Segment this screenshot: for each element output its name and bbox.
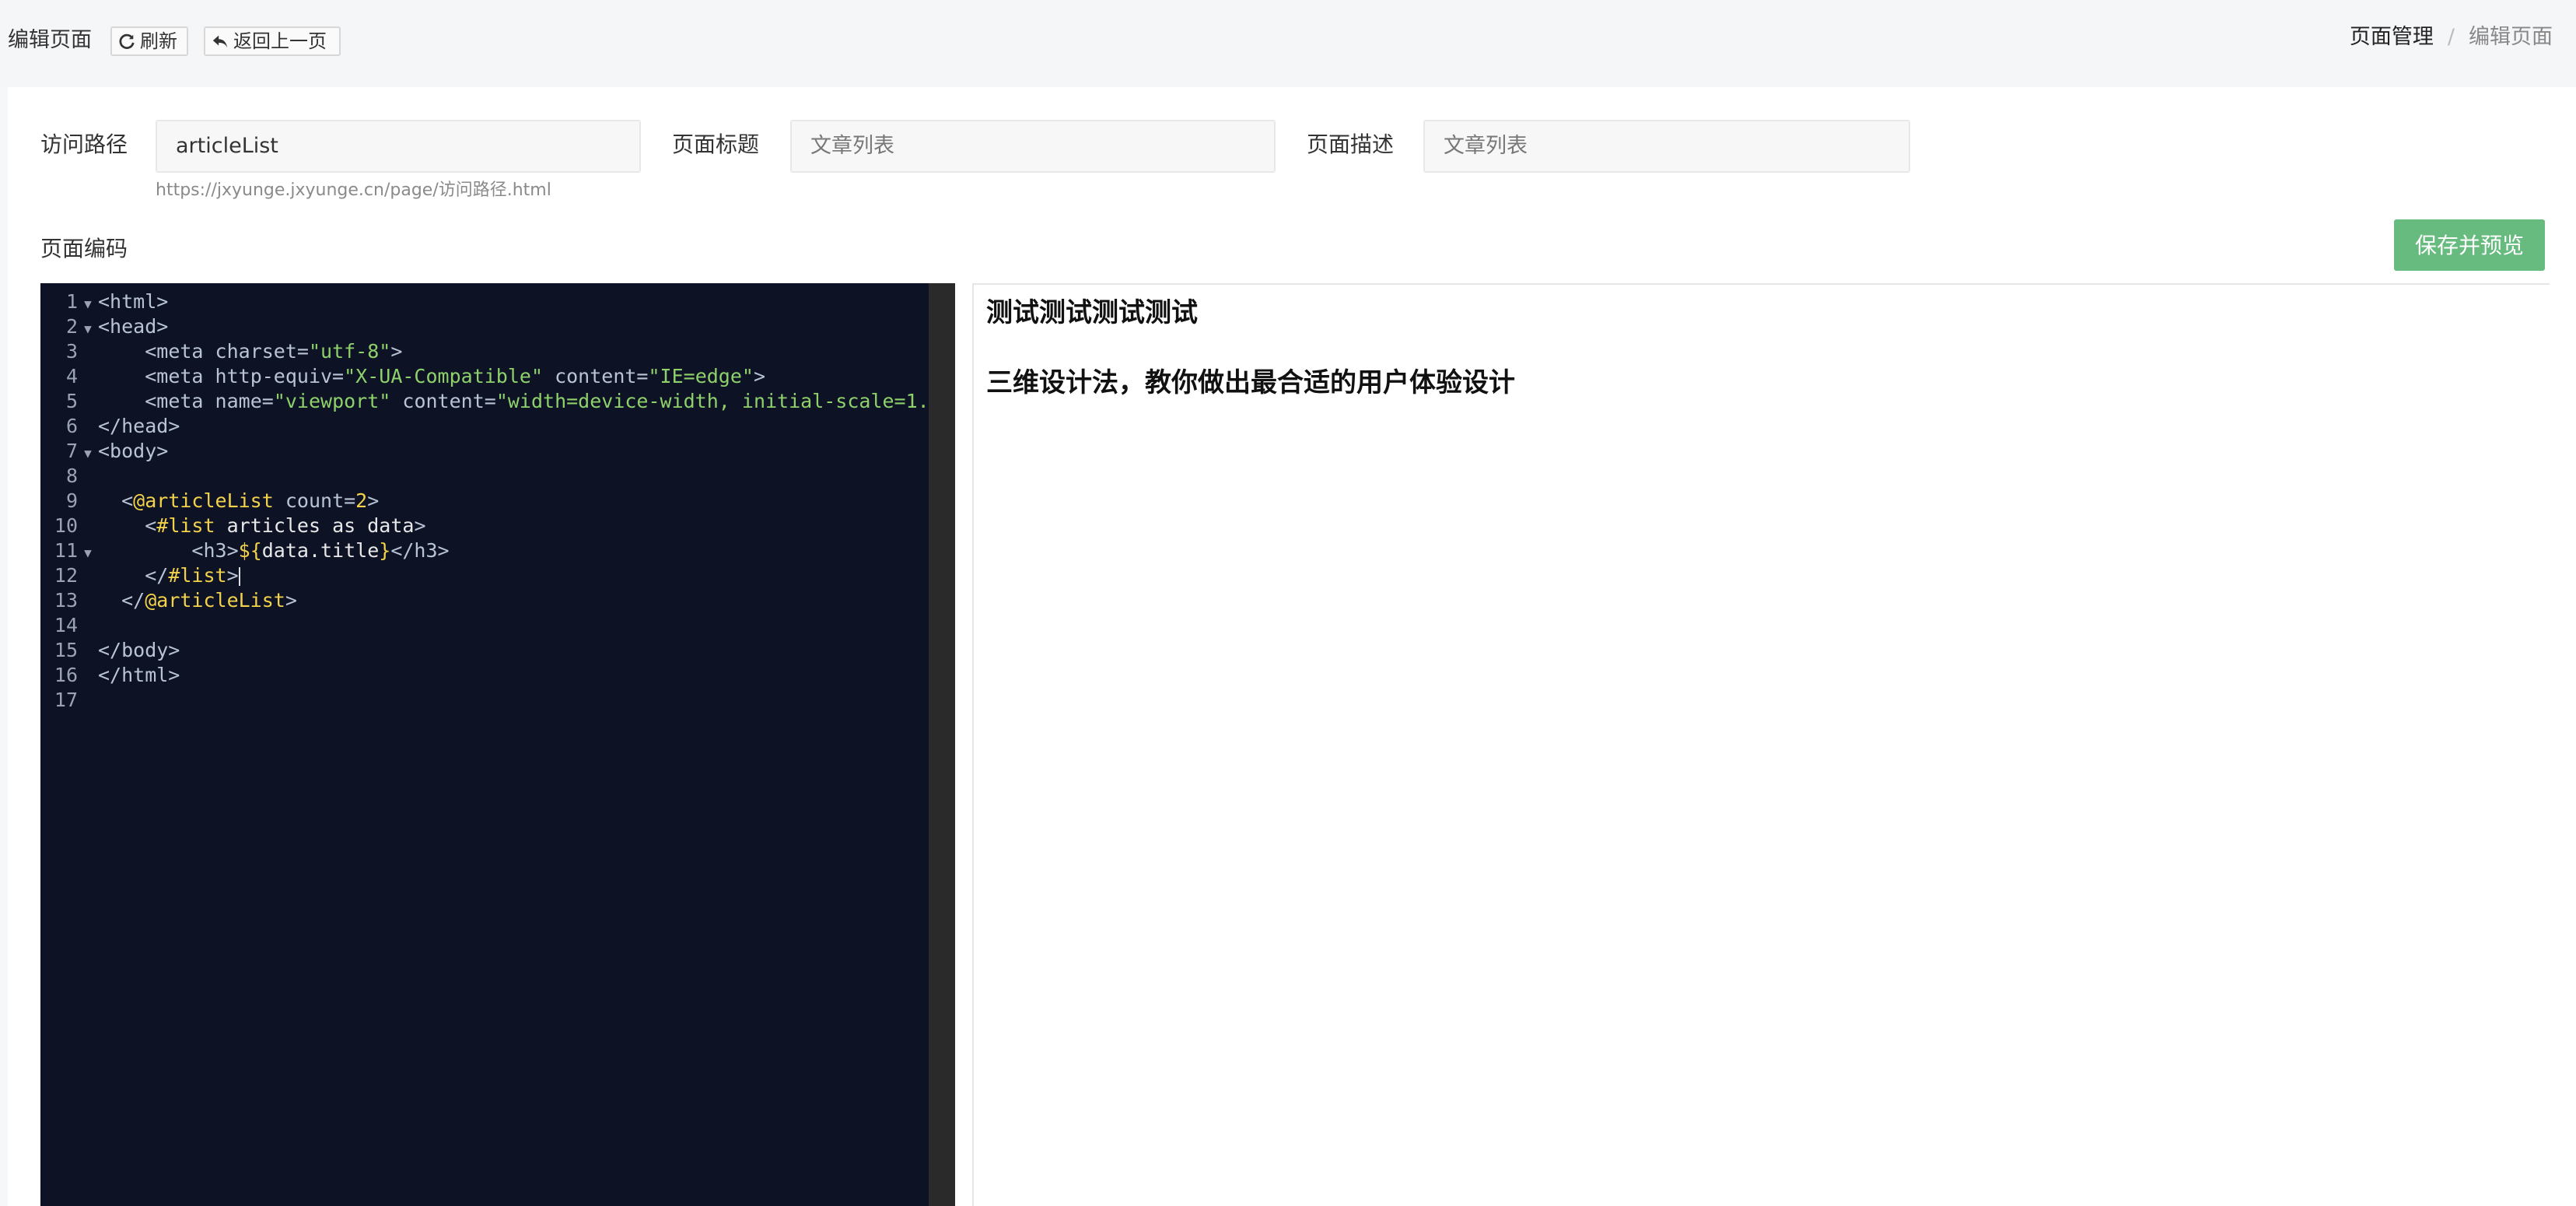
code-label: 页面编码	[40, 236, 128, 261]
code-line: 7 ▼ <body>	[40, 439, 929, 464]
code-editor[interactable]: 1 ▼ <html> 2 ▼ <head> 3 <meta charset="utf-8…	[40, 283, 955, 1206]
code-line: 4 <meta http-equiv="X-UA-Compatible" con…	[65, 365, 766, 387]
code-line: 12 </#list>	[54, 564, 240, 587]
reply-icon	[212, 35, 228, 48]
code-line: 14	[54, 614, 78, 636]
save-preview-button[interactable]: 保存并预览	[2394, 219, 2545, 271]
fold-arrow-icon: ▼	[84, 296, 92, 311]
editor-scrollbar[interactable]	[929, 283, 955, 1206]
code-line: 6 </head>	[65, 415, 180, 437]
fold-arrow-icon: ▼	[84, 446, 92, 461]
breadcrumb-item-current: 编辑页面	[2469, 25, 2553, 49]
code-line: 1 ▼ <html>	[40, 289, 929, 314]
code-line: 10 <#list articles as data>	[54, 514, 426, 537]
preview-heading: 三维设计法，教你做出最合适的用户体验设计	[986, 367, 1515, 398]
fold-arrow-icon: ▼	[84, 321, 92, 336]
back-label: 返回上一页	[233, 30, 327, 52]
back-button[interactable]: 返回上一页	[204, 26, 341, 56]
breadcrumb-separator: /	[2447, 25, 2455, 49]
code-line: 15 </body>	[54, 639, 180, 661]
desc-input[interactable]: 文章列表	[1423, 120, 1910, 173]
refresh-icon	[119, 33, 135, 49]
preview-heading: 测试测试测试测试	[986, 297, 1198, 328]
refresh-button[interactable]: 刷新	[110, 26, 188, 56]
code-line: 16 </html>	[54, 664, 180, 686]
fold-arrow-icon: ▼	[84, 545, 92, 560]
code-line: 11 ▼ <h3>${data.title}</h3>	[40, 538, 929, 563]
main-panel: 访问路径 articleList 页面标题 文章列表 页面描述 文章列表 htt…	[8, 87, 2576, 1206]
code-line: 13 </@articleList>	[54, 589, 297, 612]
refresh-label: 刷新	[140, 30, 177, 52]
code-line: 2 ▼ <head>	[40, 314, 929, 339]
code-line: 9 <@articleList count=2>	[65, 489, 380, 512]
title-label: 页面标题	[672, 131, 760, 157]
code-line: 5 <meta name="viewport" content="width=d…	[65, 390, 955, 412]
title-input[interactable]: 文章列表	[790, 120, 1276, 173]
text-cursor	[238, 567, 240, 586]
page-title: 编辑页面	[8, 28, 92, 52]
preview-pane: 测试测试测试测试 三维设计法，教你做出最合适的用户体验设计	[972, 283, 2550, 1206]
top-header: 编辑页面 刷新 返回上一页 页面管理 / 编辑页面	[0, 0, 2576, 87]
path-label: 访问路径	[40, 131, 128, 157]
path-input[interactable]: articleList	[156, 120, 641, 173]
breadcrumb-item-page-management[interactable]: 页面管理	[2350, 23, 2434, 51]
code-line: 17	[54, 689, 78, 711]
breadcrumb: 页面管理 / 编辑页面	[2350, 23, 2553, 51]
code-line: 8	[65, 465, 78, 487]
code-line: 3 <meta charset="utf-8">	[65, 340, 403, 363]
desc-label: 页面描述	[1307, 131, 1395, 157]
path-hint: https://jxyunge.jxyunge.cn/page/访问路径.htm…	[156, 181, 551, 200]
